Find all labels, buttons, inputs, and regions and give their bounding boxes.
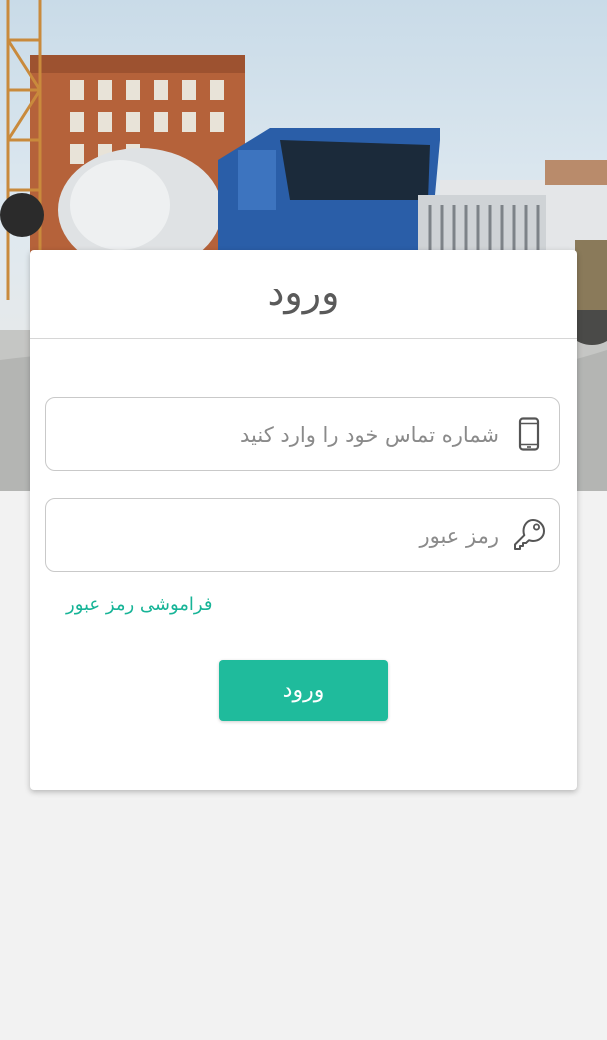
phone-input[interactable] bbox=[58, 398, 501, 472]
password-field[interactable] bbox=[45, 498, 560, 573]
login-header: ورود bbox=[30, 250, 577, 339]
mobile-phone-icon bbox=[511, 416, 547, 452]
login-card: ورود فراموشی رمز عبور ورود bbox=[30, 250, 577, 790]
page-title: ورود bbox=[267, 270, 340, 314]
login-button[interactable]: ورود bbox=[219, 660, 388, 721]
password-input[interactable] bbox=[58, 499, 501, 573]
key-icon bbox=[511, 517, 547, 553]
forgot-password-link[interactable]: فراموشی رمز عبور bbox=[66, 594, 212, 615]
phone-field[interactable] bbox=[45, 397, 560, 472]
